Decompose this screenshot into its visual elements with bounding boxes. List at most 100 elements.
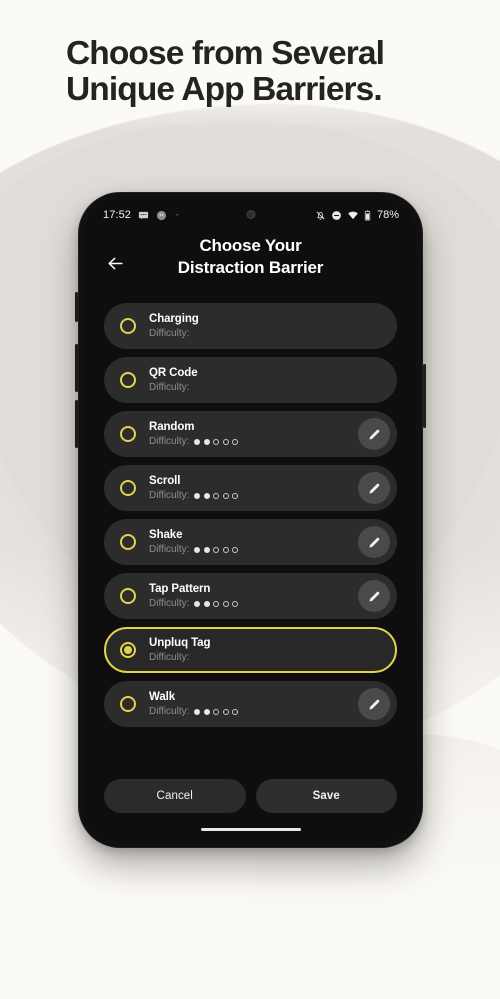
barrier-row-text: Unpluq Tag Difficulty: xyxy=(149,636,395,664)
barrier-title: QR Code xyxy=(149,366,198,379)
status-bar-right: 78% xyxy=(315,209,399,221)
barrier-row[interactable]: Walk Difficulty: xyxy=(104,681,397,727)
barrier-row[interactable]: Random Difficulty: xyxy=(104,411,397,457)
difficulty-dot-filled xyxy=(194,546,201,553)
difficulty-label: Difficulty: xyxy=(149,382,190,394)
arrow-left-icon xyxy=(107,257,123,269)
edit-barrier-button[interactable] xyxy=(358,688,390,720)
phone-volume-down-button[interactable] xyxy=(75,400,78,448)
difficulty-label: Difficulty: xyxy=(149,652,190,664)
edit-barrier-button[interactable] xyxy=(358,472,390,504)
difficulty-dot-empty xyxy=(222,546,229,553)
app-header: Choose Your Distraction Barrier xyxy=(85,235,416,293)
edit-barrier-button[interactable] xyxy=(358,418,390,450)
caret-icon xyxy=(174,211,182,219)
difficulty-dot-empty xyxy=(232,600,239,607)
pencil-icon xyxy=(369,591,379,601)
barrier-row[interactable]: Shake Difficulty: xyxy=(104,519,397,565)
difficulty-dot-filled xyxy=(194,708,201,715)
page-title: Choose Your Distraction Barrier xyxy=(85,235,416,279)
pencil-icon xyxy=(369,429,379,439)
status-bar-clock: 17:52 xyxy=(103,209,132,221)
difficulty-dot-filled xyxy=(194,492,201,499)
difficulty-dot-filled xyxy=(203,546,210,553)
home-indicator[interactable] xyxy=(200,827,301,831)
headline-line-1: Choose from Several xyxy=(66,35,385,72)
difficulty-dots xyxy=(194,492,239,499)
difficulty-dot-empty xyxy=(232,546,239,553)
headline-line-2: Unique App Barriers. xyxy=(66,71,383,109)
barrier-radio-button[interactable] xyxy=(120,372,136,388)
difficulty-dot-empty xyxy=(222,708,229,715)
wifi-icon xyxy=(347,210,359,221)
pencil-icon xyxy=(369,537,379,547)
difficulty-dot-empty xyxy=(213,546,220,553)
phone-mockup: 17:52 78% Choose Your Distraction Barrie… xyxy=(75,192,426,848)
notifications-off-icon xyxy=(315,210,326,221)
difficulty-label: Difficulty: xyxy=(149,328,190,340)
status-bar: 17:52 78% xyxy=(85,199,416,231)
barrier-radio-button[interactable] xyxy=(120,642,136,658)
phone-volume-up-button[interactable] xyxy=(75,344,78,392)
barrier-title: Unpluq Tag xyxy=(149,636,211,649)
footer-actions: Cancel Save xyxy=(85,779,416,813)
barrier-radio-dot xyxy=(124,646,132,654)
barrier-radio-button[interactable] xyxy=(120,426,136,442)
phone-power-button[interactable] xyxy=(423,364,426,428)
page-title-line-1: Choose Your xyxy=(199,236,302,255)
page-headline: Choose from Several Unique App Barriers. xyxy=(66,35,466,109)
barrier-row[interactable]: Scroll Difficulty: xyxy=(104,465,397,511)
barrier-row[interactable]: Charging Difficulty: xyxy=(104,303,397,349)
barrier-radio-button[interactable] xyxy=(120,588,136,604)
difficulty-dots xyxy=(194,708,239,715)
barrier-row[interactable]: Tap Pattern Difficulty: xyxy=(104,573,397,619)
difficulty-dot-empty xyxy=(213,708,220,715)
edit-barrier-button[interactable] xyxy=(358,526,390,558)
difficulty-label: Difficulty: xyxy=(149,490,190,502)
difficulty-dot-empty xyxy=(213,600,220,607)
phone-mute-button[interactable] xyxy=(75,292,78,322)
difficulty-label: Difficulty: xyxy=(149,706,190,718)
difficulty-label: Difficulty: xyxy=(149,598,190,610)
save-button[interactable]: Save xyxy=(255,779,397,813)
barrier-difficulty: Difficulty: xyxy=(149,651,395,664)
phone-screen: 17:52 78% Choose Your Distraction Barrie… xyxy=(85,199,416,841)
barrier-title: Charging xyxy=(149,312,199,325)
pencil-icon xyxy=(369,699,379,709)
difficulty-dot-filled xyxy=(194,600,201,607)
difficulty-dots xyxy=(194,546,239,553)
barrier-radio-button[interactable] xyxy=(120,534,136,550)
difficulty-dot-filled xyxy=(194,438,201,445)
barrier-row[interactable]: QR Code Difficulty: xyxy=(104,357,397,403)
difficulty-dot-empty xyxy=(213,438,220,445)
battery-icon xyxy=(364,209,371,221)
barrier-radio-button[interactable] xyxy=(120,318,136,334)
do-not-disturb-icon xyxy=(331,210,342,221)
barrier-row[interactable]: Unpluq Tag Difficulty: xyxy=(104,627,397,673)
battery-percent-label: 78% xyxy=(376,209,399,221)
barrier-difficulty: Difficulty: xyxy=(149,381,395,394)
message-icon xyxy=(138,210,149,221)
difficulty-label: Difficulty: xyxy=(149,544,190,556)
difficulty-dot-empty xyxy=(213,492,220,499)
status-bar-left: 17:52 xyxy=(103,209,182,221)
difficulty-dots xyxy=(194,438,239,445)
pencil-icon xyxy=(369,483,379,493)
back-button[interactable] xyxy=(103,251,127,275)
difficulty-label: Difficulty: xyxy=(149,436,190,448)
barrier-difficulty: Difficulty: xyxy=(149,327,395,340)
difficulty-dot-filled xyxy=(203,438,210,445)
cancel-button[interactable]: Cancel xyxy=(104,779,246,813)
barrier-radio-button[interactable] xyxy=(120,480,136,496)
edit-barrier-button[interactable] xyxy=(358,580,390,612)
difficulty-dot-empty xyxy=(222,438,229,445)
difficulty-dot-filled xyxy=(203,600,210,607)
difficulty-dot-empty xyxy=(232,492,239,499)
barrier-row-text: Charging Difficulty: xyxy=(149,312,395,340)
barrier-radio-button[interactable] xyxy=(120,696,136,712)
difficulty-dot-filled xyxy=(203,708,210,715)
page-title-line-2: Distraction Barrier xyxy=(177,257,324,277)
difficulty-dot-filled xyxy=(203,492,210,499)
app-badge-icon xyxy=(156,210,167,221)
difficulty-dot-empty xyxy=(232,438,239,445)
